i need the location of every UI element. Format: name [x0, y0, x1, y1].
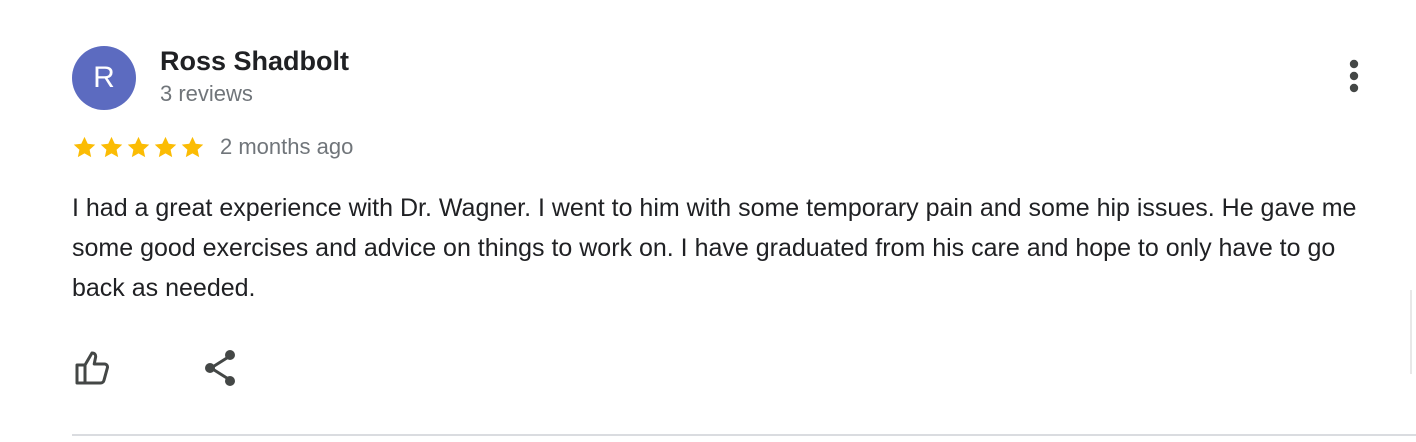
review-count[interactable]: 3 reviews — [160, 81, 253, 107]
rating-row: 2 months ago — [72, 132, 353, 162]
like-button[interactable] — [72, 348, 112, 388]
review-text: I had a great experience with Dr. Wagner… — [72, 194, 1357, 302]
avatar-initial: R — [93, 61, 115, 94]
star-icon — [127, 136, 150, 157]
star-icon — [181, 136, 204, 157]
star-rating — [72, 135, 205, 160]
more-options-button[interactable] — [1336, 56, 1372, 96]
more-vert-icon — [1349, 59, 1359, 93]
review-date: 2 months ago — [220, 134, 354, 159]
reviewer-name[interactable]: Ross Shadbolt — [160, 46, 349, 77]
share-button[interactable] — [200, 348, 240, 388]
review-card: R Ross Shadbolt 3 reviews 2 months ago I… — [0, 0, 1416, 442]
avatar[interactable]: R — [72, 46, 136, 110]
star-icon — [73, 136, 96, 157]
star-icon — [100, 136, 123, 157]
divider — [72, 434, 1416, 436]
scrollbar[interactable] — [1410, 290, 1412, 374]
star-icon — [154, 136, 177, 157]
share-icon — [205, 350, 235, 386]
thumb-up-icon — [75, 351, 109, 385]
